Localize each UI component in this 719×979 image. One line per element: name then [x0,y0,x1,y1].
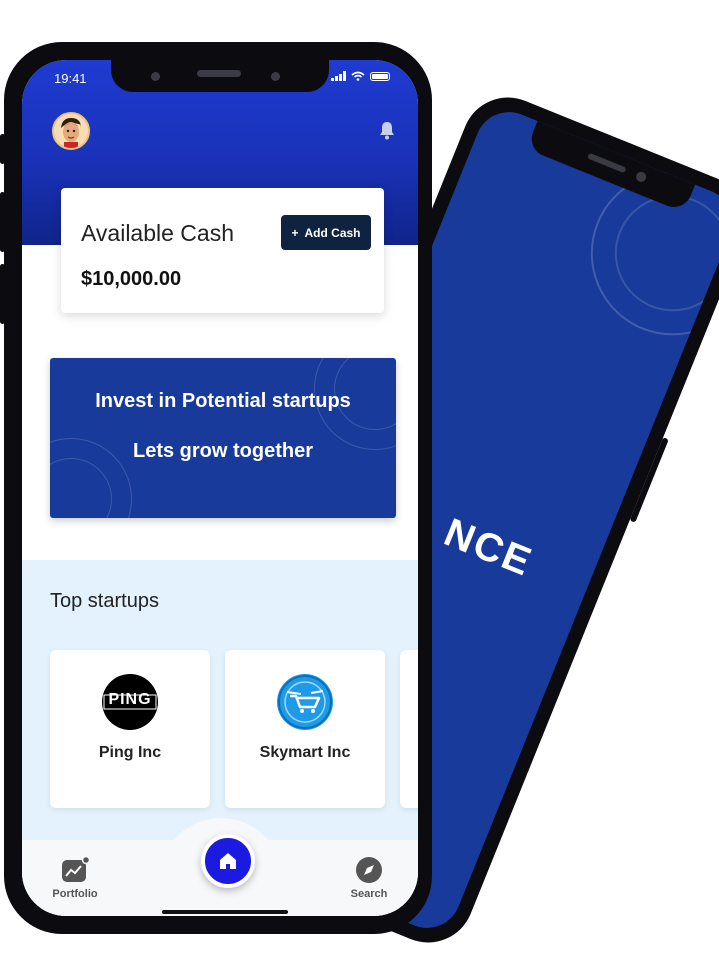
phone-mockup: 19:41 Available Cash $10,000.00 + Add Ca… [0,42,432,934]
skymart-logo [277,674,333,730]
signal-icon [331,71,346,81]
status-icons [331,71,390,81]
back-phone-text: NCE [438,510,539,585]
volume-up-button [0,192,5,252]
ping-logo-text: PING [108,691,152,708]
home-icon [220,853,236,869]
compass-icon [356,857,382,883]
promo-subline: Lets grow together [132,440,313,462]
startup-name: Ping Inc [98,744,162,761]
add-cash-label: Add Cash [304,225,361,240]
plus-icon: + [291,225,299,240]
tab-label: Search [350,888,388,900]
home-button[interactable] [201,834,255,888]
battery-icon [370,71,390,81]
promo-headline: Invest in Potential startups [95,390,351,412]
phone-notch [111,60,329,92]
startup-card-partial[interactable] [400,650,418,808]
avatar-face-icon [54,114,88,148]
tab-portfolio[interactable]: Portfolio [48,856,102,900]
status-time: 19:41 [54,71,87,86]
cash-label: Available Cash [81,220,235,246]
volume-down-button [0,264,5,324]
cash-value: $10,000.00 [81,268,182,290]
home-indicator [162,910,288,914]
bell-icon[interactable] [378,120,396,140]
ping-logo: PING [102,674,158,730]
wifi-icon [351,71,365,81]
avatar[interactable] [52,112,90,150]
shopping-cart-icon [278,675,332,729]
startup-card-skymart[interactable]: Skymart Inc [225,650,385,808]
tab-search[interactable]: Search [342,856,396,900]
promo-banner[interactable]: Invest in Potential startups Lets grow t… [50,358,396,518]
available-cash-card: Available Cash $10,000.00 + Add Cash [61,188,384,313]
mute-switch [0,134,5,164]
bottom-tab-bar: Portfolio Search [22,818,418,916]
phone-screen: 19:41 Available Cash $10,000.00 + Add Ca… [22,60,418,916]
tab-label: Portfolio [52,888,98,900]
startup-name: Skymart Inc [259,744,351,761]
section-title: Top startups [50,590,159,612]
startup-card-ping[interactable]: PING Ping Inc [50,650,210,808]
add-cash-button[interactable]: + Add Cash [281,215,371,250]
chart-icon [62,856,90,882]
